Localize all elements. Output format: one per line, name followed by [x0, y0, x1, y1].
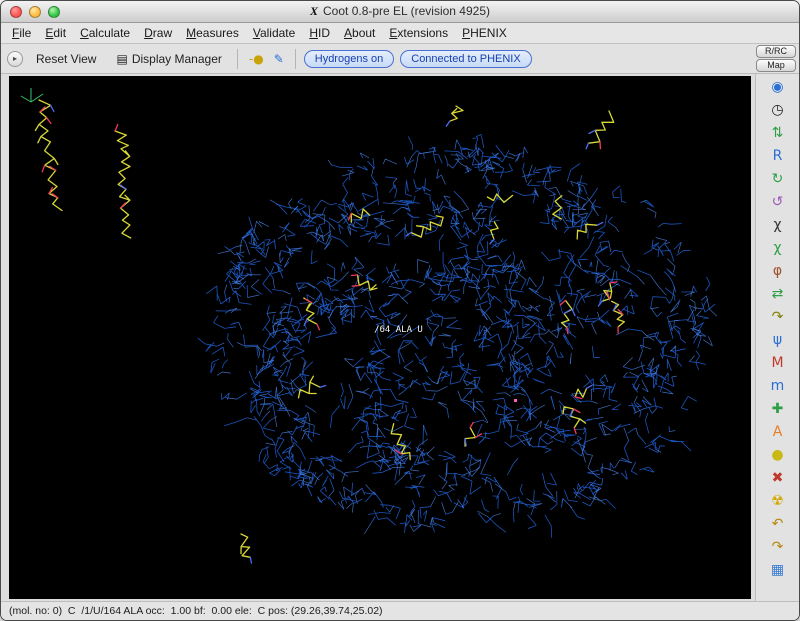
toolbar-row: ▸ Reset View ▤ Display Manager -● ✎ Hydr [1, 44, 799, 74]
rigid-body-fit-icon[interactable]: R [760, 144, 796, 167]
auto-fit-rotamer-icon[interactable]: ↺ [760, 190, 796, 213]
minimize-button[interactable] [29, 6, 41, 18]
x11-app-icon: X [310, 4, 318, 18]
reset-view-label: Reset View [36, 52, 96, 66]
statusbar: (mol. no: 0) C /1/U/164 ALA occ: 1.00 bf… [1, 601, 799, 620]
place-atom-icon[interactable]: ● [760, 443, 796, 466]
edit-backbone-icon[interactable]: ψ [760, 328, 796, 351]
window-controls [10, 6, 60, 18]
add-alt-conf-icon[interactable]: A [760, 420, 796, 443]
flip-peptide-icon[interactable]: ⇄ [760, 282, 796, 305]
toolbar-separator [237, 49, 238, 69]
rotate-translate-zone-icon[interactable]: ↻ [760, 167, 796, 190]
clear-pending-picks-icon[interactable]: ✖ [760, 466, 796, 489]
sidechain-flip-icon[interactable]: ↷ [760, 305, 796, 328]
toolbar-overflow-button[interactable]: ▸ [7, 51, 23, 67]
menu-draw[interactable]: Draw [137, 24, 179, 42]
mutate-autofit-icon[interactable]: M [760, 351, 796, 374]
menu-edit[interactable]: Edit [38, 24, 73, 42]
display-manager-label: Display Manager [132, 52, 222, 66]
torsion-general-icon[interactable]: φ [760, 259, 796, 282]
window-title: Coot 0.8-pre EL (revision 4925) [323, 4, 490, 18]
zoom-button[interactable] [48, 6, 60, 18]
hydrogens-toggle-button[interactable]: Hydrogens on [304, 50, 395, 68]
menu-about[interactable]: About [337, 24, 382, 42]
menu-extensions[interactable]: Extensions [382, 24, 455, 42]
graphics-canvas[interactable]: /64 ALA U [9, 76, 751, 599]
custom-button-group: Hydrogens on Connected to PHENIX [304, 50, 532, 68]
menu-phenix[interactable]: PHENIX [455, 24, 514, 42]
ligand-builder-icon[interactable]: ▦ [760, 558, 796, 581]
real-space-refine-clock-icon[interactable]: ◷ [760, 98, 796, 121]
toolbar-icon-group: -● ✎ [246, 50, 287, 68]
statusbar-text: (mol. no: 0) C /1/U/164 ALA occ: 1.00 bf… [9, 605, 383, 617]
display-manager-icon: ▤ [116, 52, 127, 66]
reset-view-button[interactable]: Reset View [29, 48, 103, 70]
rrc-button[interactable]: R/RC [756, 45, 796, 58]
display-manager-button[interactable]: ▤ Display Manager [109, 48, 228, 70]
menu-calculate[interactable]: Calculate [73, 24, 137, 42]
redo-icon[interactable]: ↷ [760, 535, 796, 558]
go-to-atom-icon[interactable]: -● [246, 50, 267, 68]
window-title-area: X Coot 0.8-pre EL (revision 4925) [1, 4, 799, 19]
map-button[interactable]: Map [756, 59, 796, 72]
simple-mutate-icon[interactable]: m [760, 374, 796, 397]
add-terminal-residue-icon[interactable]: ✚ [760, 397, 796, 420]
coot-window: X Coot 0.8-pre EL (revision 4925) File Ed… [0, 0, 800, 621]
phenix-connection-button[interactable]: Connected to PHENIX [400, 50, 531, 68]
toolbar-separator-2 [295, 49, 296, 69]
menu-validate[interactable]: Validate [246, 24, 303, 42]
modelling-toolbar: ◉ ◷ ⇅ R ↻ ↺ χ χ φ ⇄ ↷ ψ [755, 74, 799, 601]
delete-item-icon[interactable]: ☢ [760, 489, 796, 512]
density-mesh-svg [9, 76, 751, 599]
edit-chi-angles-icon[interactable]: χ [760, 236, 796, 259]
menu-measures[interactable]: Measures [179, 24, 246, 42]
right-top-buttons: R/RC Map [753, 44, 799, 73]
menu-hid[interactable]: HID [302, 24, 337, 42]
menu-file[interactable]: File [5, 24, 38, 42]
close-button[interactable] [10, 6, 22, 18]
go-to-ligand-icon[interactable]: ✎ [271, 50, 287, 68]
undo-icon[interactable]: ↶ [760, 512, 796, 535]
main-area: /64 ALA U ◉ ◷ ⇅ R ↻ ↺ χ χ φ ⇄ [1, 74, 799, 601]
titlebar[interactable]: X Coot 0.8-pre EL (revision 4925) [1, 1, 799, 23]
mesh-layer [198, 134, 717, 537]
model-fit-refine-icon[interactable]: ◉ [760, 75, 796, 98]
regularize-zone-icon[interactable]: ⇅ [760, 121, 796, 144]
rotamers-icon[interactable]: χ [760, 213, 796, 236]
menubar: File Edit Calculate Draw Measures Valida… [1, 23, 799, 44]
toolbar: ▸ Reset View ▤ Display Manager -● ✎ Hydr [1, 44, 753, 73]
